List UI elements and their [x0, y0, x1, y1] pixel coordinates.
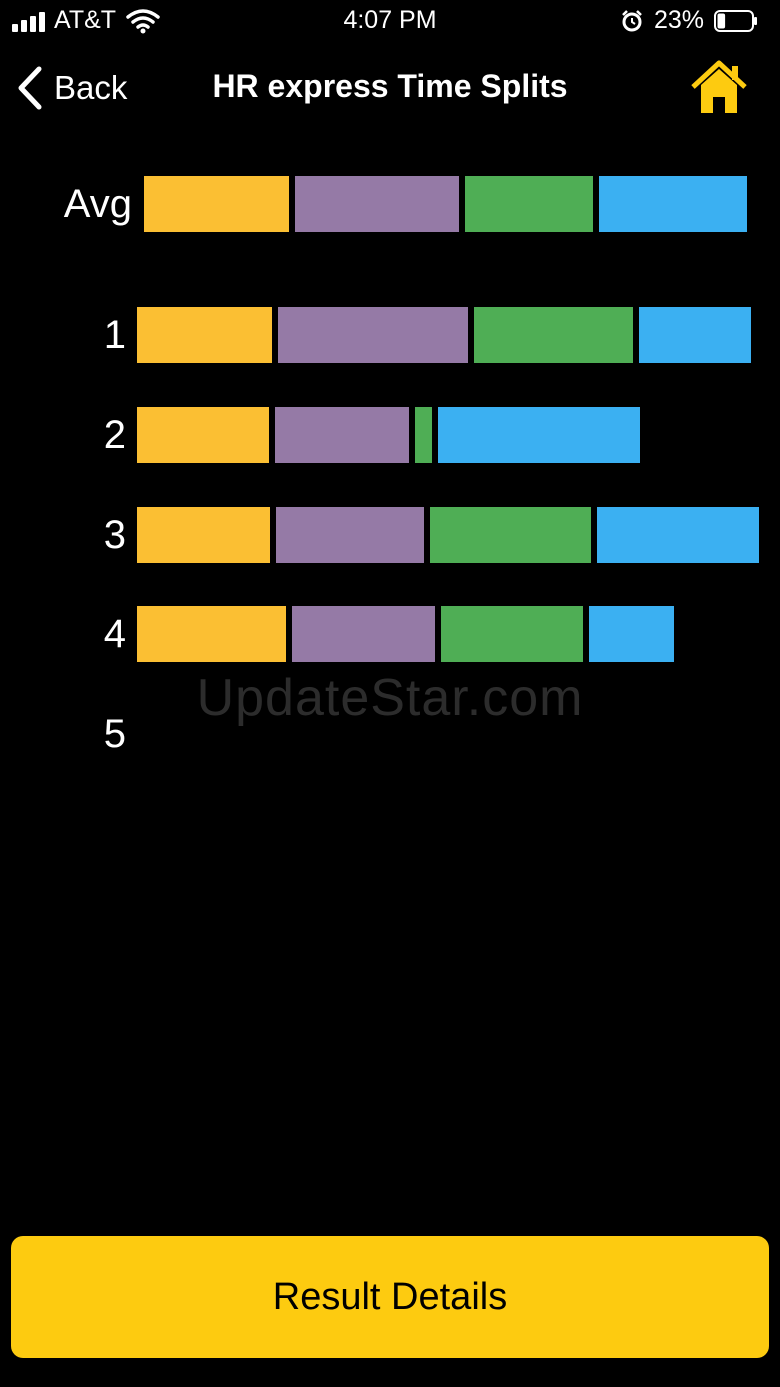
split-segment-4 [589, 606, 674, 662]
result-details-button[interactable]: Result Details [11, 1236, 769, 1358]
split-segment-4 [599, 176, 747, 232]
split-segment-2 [276, 507, 424, 563]
split-segment-3 [465, 176, 593, 232]
lap-split-bar [137, 407, 640, 463]
split-segment-2 [275, 407, 409, 463]
avg-split-bar [144, 176, 747, 232]
split-segment-2 [295, 176, 459, 232]
split-segment-3 [474, 307, 633, 363]
split-segment-3 [430, 507, 591, 563]
split-segment-1 [137, 307, 272, 363]
row-label: 4 [103, 612, 126, 656]
page-title: HR express Time Splits [212, 68, 568, 104]
split-segment-1 [137, 407, 269, 463]
split-segment-4 [597, 507, 759, 563]
split-segment-1 [137, 606, 286, 662]
split-segment-2 [292, 606, 435, 662]
status-bar: AT&T 4:07 PM 23% [0, 0, 780, 44]
row-label: 2 [103, 413, 126, 457]
home-icon[interactable] [690, 58, 748, 116]
nav-bar: Back HR express Time Splits [0, 52, 780, 122]
battery-percent: 23% [654, 6, 705, 34]
split-segment-1 [137, 507, 270, 563]
lap-split-bar [137, 507, 759, 563]
row-label: 1 [103, 313, 126, 357]
alarm-icon [622, 10, 642, 32]
lap-split-bar [137, 606, 674, 662]
split-segment-1 [144, 176, 289, 232]
battery-icon [714, 10, 757, 32]
watermark: UpdateStar.com [196, 669, 584, 727]
split-segment-4 [438, 407, 640, 463]
split-segment-3 [441, 606, 583, 662]
split-segment-3 [415, 407, 432, 463]
row-label: 3 [103, 513, 126, 557]
split-segment-2 [278, 307, 468, 363]
row-label-avg: Avg [63, 182, 132, 226]
split-segment-4 [639, 307, 751, 363]
lap-split-bar [137, 307, 751, 363]
